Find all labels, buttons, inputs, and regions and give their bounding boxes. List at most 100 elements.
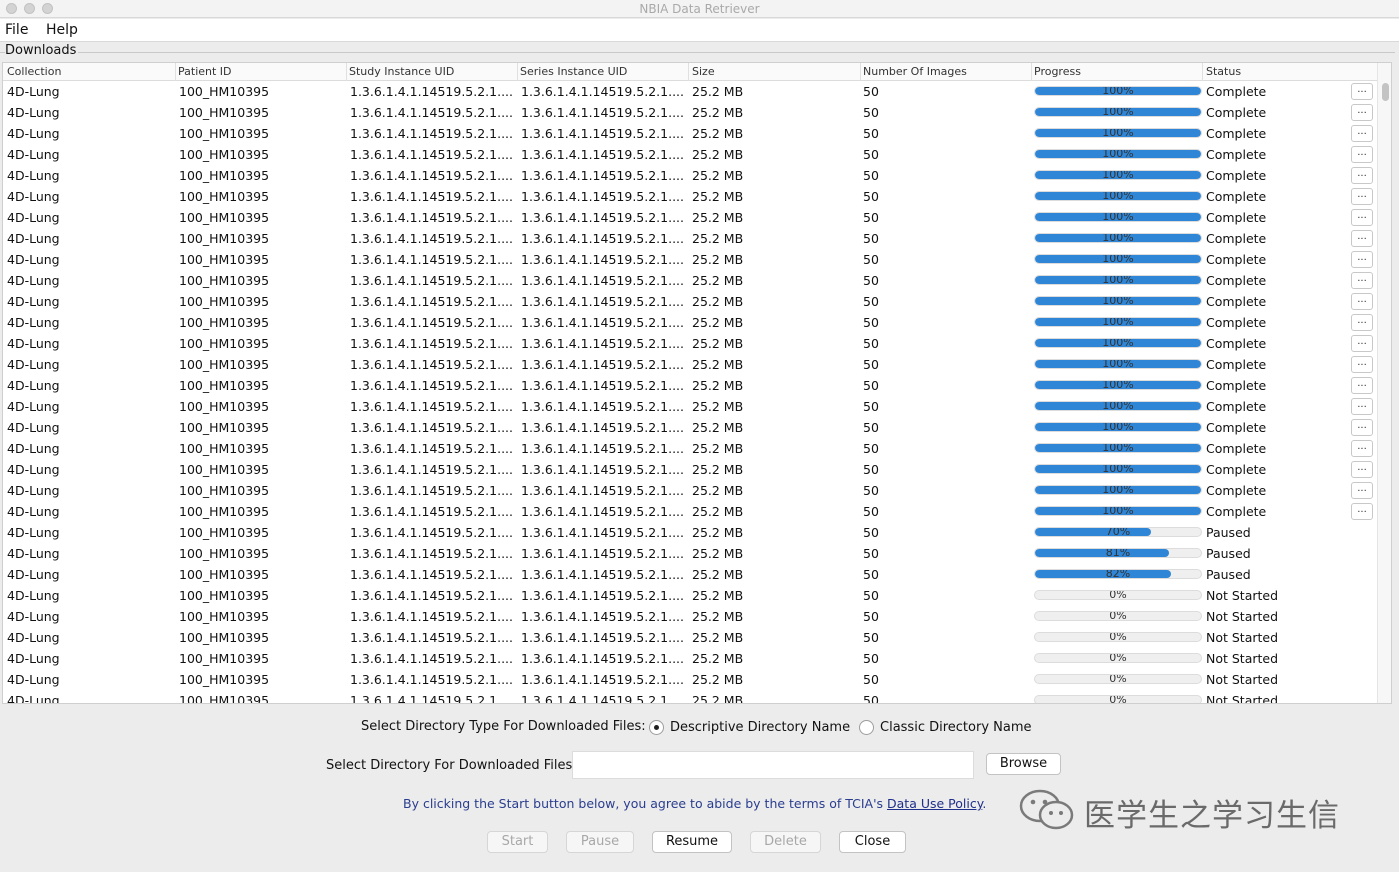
table-row[interactable]: 4D-Lung 100_HM10395 1.3.6.1.4.1.14519.5.2.…	[3, 417, 1377, 438]
column-header-study-uid[interactable]: Study Instance UID	[349, 65, 454, 78]
table-row[interactable]: 4D-Lung 100_HM10395 1.3.6.1.4.1.14519.5.2.…	[3, 543, 1377, 564]
row-details-button[interactable]: ...	[1351, 230, 1373, 247]
row-details-button[interactable]: ...	[1351, 272, 1373, 289]
table-row[interactable]: 4D-Lung 100_HM10395 1.3.6.1.4.1.14519.5.2.…	[3, 564, 1377, 585]
table-row[interactable]: 4D-Lung 100_HM10395 1.3.6.1.4.1.14519.5.2.…	[3, 690, 1377, 704]
row-details-button[interactable]: ...	[1351, 482, 1373, 499]
cell-series-uid: 1.3.6.1.4.1.14519.5.2.1....	[521, 336, 684, 351]
table-row[interactable]: 4D-Lung 100_HM10395 1.3.6.1.4.1.14519.5.2.…	[3, 585, 1377, 606]
column-divider[interactable]	[860, 63, 861, 81]
table-row[interactable]: 4D-Lung 100_HM10395 1.3.6.1.4.1.14519.5.2.…	[3, 270, 1377, 291]
scrollbar-thumb[interactable]	[1382, 83, 1389, 101]
table-row[interactable]: 4D-Lung 100_HM10395 1.3.6.1.4.1.14519.5.2.…	[3, 123, 1377, 144]
resume-button[interactable]: Resume	[652, 831, 732, 853]
cell-collection: 4D-Lung	[7, 294, 60, 309]
column-header-status[interactable]: Status	[1206, 65, 1241, 78]
progress-label: 0%	[1109, 695, 1127, 704]
column-divider[interactable]	[175, 63, 176, 81]
row-details-button[interactable]: ...	[1351, 83, 1373, 100]
table-row[interactable]: 4D-Lung 100_HM10395 1.3.6.1.4.1.14519.5.2.…	[3, 165, 1377, 186]
table-row[interactable]: 4D-Lung 100_HM10395 1.3.6.1.4.1.14519.5.2.…	[3, 81, 1377, 102]
table-row[interactable]: 4D-Lung 100_HM10395 1.3.6.1.4.1.14519.5.2.…	[3, 459, 1377, 480]
menu-help[interactable]: Help	[46, 22, 78, 38]
cell-status: Complete	[1206, 462, 1267, 477]
table-row[interactable]: 4D-Lung 100_HM10395 1.3.6.1.4.1.14519.5.2.…	[3, 669, 1377, 690]
classic-directory-radio[interactable]	[859, 720, 874, 735]
row-details-button[interactable]: ...	[1351, 146, 1373, 163]
column-divider[interactable]	[346, 63, 347, 81]
table-row[interactable]: 4D-Lung 100_HM10395 1.3.6.1.4.1.14519.5.2.…	[3, 102, 1377, 123]
cell-size: 25.2 MB	[692, 105, 744, 120]
table-row[interactable]: 4D-Lung 100_HM10395 1.3.6.1.4.1.14519.5.2.…	[3, 627, 1377, 648]
table-row[interactable]: 4D-Lung 100_HM10395 1.3.6.1.4.1.14519.5.2.…	[3, 186, 1377, 207]
row-details-button[interactable]: ...	[1351, 167, 1373, 184]
table-row[interactable]: 4D-Lung 100_HM10395 1.3.6.1.4.1.14519.5.2.…	[3, 438, 1377, 459]
table-row[interactable]: 4D-Lung 100_HM10395 1.3.6.1.4.1.14519.5.2.…	[3, 144, 1377, 165]
progress-label: 82%	[1105, 569, 1131, 579]
column-header-series-uid[interactable]: Series Instance UID	[520, 65, 627, 78]
table-row[interactable]: 4D-Lung 100_HM10395 1.3.6.1.4.1.14519.5.2.…	[3, 648, 1377, 669]
progress-bar: 100%	[1034, 506, 1202, 516]
table-row[interactable]: 4D-Lung 100_HM10395 1.3.6.1.4.1.14519.5.2.…	[3, 354, 1377, 375]
table-row[interactable]: 4D-Lung 100_HM10395 1.3.6.1.4.1.14519.5.2.…	[3, 249, 1377, 270]
cell-status: Not Started	[1206, 693, 1279, 704]
table-row[interactable]: 4D-Lung 100_HM10395 1.3.6.1.4.1.14519.5.2.…	[3, 333, 1377, 354]
column-header-collection[interactable]: Collection	[7, 65, 61, 78]
vertical-scrollbar[interactable]	[1377, 63, 1391, 703]
row-details-button[interactable]: ...	[1351, 503, 1373, 520]
download-directory-field[interactable]	[572, 751, 974, 779]
table-row[interactable]: 4D-Lung 100_HM10395 1.3.6.1.4.1.14519.5.2.…	[3, 396, 1377, 417]
row-details-button[interactable]: ...	[1351, 314, 1373, 331]
data-use-policy-link[interactable]: Data Use Policy	[887, 796, 982, 811]
row-details-button[interactable]: ...	[1351, 125, 1373, 142]
close-button[interactable]: Close	[839, 831, 906, 853]
table-row[interactable]: 4D-Lung 100_HM10395 1.3.6.1.4.1.14519.5.2.…	[3, 480, 1377, 501]
cell-series-uid: 1.3.6.1.4.1.14519.5.2.1....	[521, 504, 684, 519]
table-row[interactable]: 4D-Lung 100_HM10395 1.3.6.1.4.1.14519.5.2.…	[3, 522, 1377, 543]
column-header-number-of-images[interactable]: Number Of Images	[863, 65, 967, 78]
row-details-button[interactable]: ...	[1351, 209, 1373, 226]
table-row[interactable]: 4D-Lung 100_HM10395 1.3.6.1.4.1.14519.5.2.…	[3, 501, 1377, 522]
delete-button[interactable]: Delete	[750, 831, 821, 853]
progress-bar: 100%	[1034, 149, 1202, 159]
column-header-progress[interactable]: Progress	[1034, 65, 1081, 78]
row-details-button[interactable]: ...	[1351, 335, 1373, 352]
column-header-patient-id[interactable]: Patient ID	[178, 65, 232, 78]
column-divider[interactable]	[1031, 63, 1032, 81]
row-details-button[interactable]: ...	[1351, 188, 1373, 205]
classic-directory-label[interactable]: Classic Directory Name	[880, 720, 1032, 735]
table-row[interactable]: 4D-Lung 100_HM10395 1.3.6.1.4.1.14519.5.2.…	[3, 375, 1377, 396]
browse-button[interactable]: Browse	[986, 753, 1061, 775]
row-details-button[interactable]: ...	[1351, 251, 1373, 268]
table-row[interactable]: 4D-Lung 100_HM10395 1.3.6.1.4.1.14519.5.2.…	[3, 228, 1377, 249]
pause-button[interactable]: Pause	[566, 831, 634, 853]
row-details-button[interactable]: ...	[1351, 398, 1373, 415]
table-row[interactable]: 4D-Lung 100_HM10395 1.3.6.1.4.1.14519.5.2.…	[3, 606, 1377, 627]
menu-file[interactable]: File	[5, 22, 28, 38]
column-divider[interactable]	[517, 63, 518, 81]
cell-patient-id: 100_HM10395	[179, 483, 270, 498]
cell-patient-id: 100_HM10395	[179, 210, 270, 225]
progress-label: 100%	[1102, 128, 1134, 138]
descriptive-directory-radio[interactable]	[649, 720, 664, 735]
row-details-button[interactable]: ...	[1351, 440, 1373, 457]
row-details-button[interactable]: ...	[1351, 461, 1373, 478]
row-details-button[interactable]: ...	[1351, 104, 1373, 121]
row-details-button[interactable]: ...	[1351, 377, 1373, 394]
row-details-button[interactable]: ...	[1351, 356, 1373, 373]
descriptive-directory-label[interactable]: Descriptive Directory Name	[670, 720, 850, 735]
table-row[interactable]: 4D-Lung 100_HM10395 1.3.6.1.4.1.14519.5.2.…	[3, 207, 1377, 228]
cell-status: Complete	[1206, 336, 1267, 351]
column-divider[interactable]	[688, 63, 689, 81]
row-details-button[interactable]: ...	[1351, 419, 1373, 436]
table-row[interactable]: 4D-Lung 100_HM10395 1.3.6.1.4.1.14519.5.2.…	[3, 312, 1377, 333]
cell-number-of-images: 50	[863, 399, 879, 414]
start-button[interactable]: Start	[487, 831, 548, 853]
cell-status: Complete	[1206, 189, 1267, 204]
watermark: 医学生之学习生信	[1018, 788, 1339, 834]
row-details-button[interactable]: ...	[1351, 293, 1373, 310]
column-divider[interactable]	[1202, 63, 1203, 81]
column-header-size[interactable]: Size	[692, 65, 715, 78]
table-row[interactable]: 4D-Lung 100_HM10395 1.3.6.1.4.1.14519.5.2.…	[3, 291, 1377, 312]
cell-number-of-images: 50	[863, 357, 879, 372]
